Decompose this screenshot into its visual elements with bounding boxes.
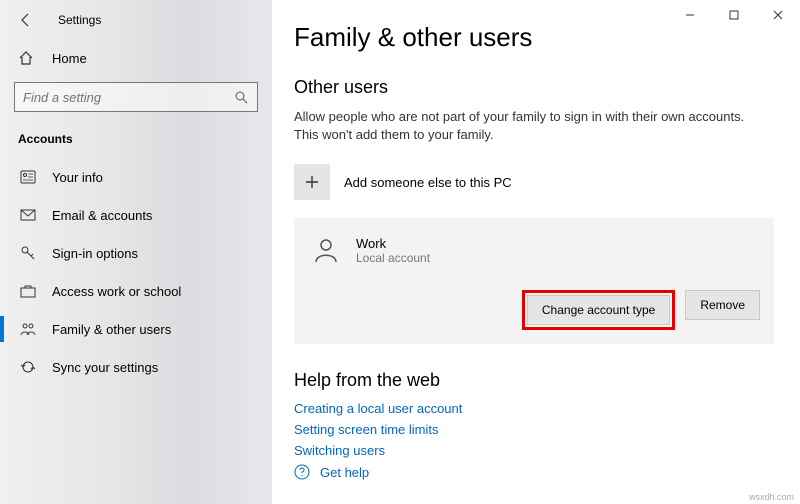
help-link[interactable]: Setting screen time limits <box>294 422 800 437</box>
mail-icon <box>18 209 38 221</box>
search-icon <box>233 90 249 104</box>
highlight-box: Change account type <box>522 290 675 330</box>
other-users-heading: Other users <box>294 77 800 98</box>
minimize-button[interactable] <box>668 0 712 30</box>
remove-user-button[interactable]: Remove <box>685 290 760 320</box>
plus-icon <box>294 164 330 200</box>
user-card[interactable]: Work Local account Change account type R… <box>294 218 774 344</box>
sync-icon <box>18 359 38 375</box>
nav-label: Access work or school <box>52 284 181 299</box>
home-button[interactable]: Home <box>0 40 272 76</box>
window-controls <box>668 0 800 30</box>
home-label: Home <box>52 51 87 66</box>
sidebar-item-signin-options[interactable]: Sign-in options <box>0 234 272 272</box>
get-help-label: Get help <box>320 465 369 480</box>
user-name: Work <box>356 236 430 251</box>
add-user-label: Add someone else to this PC <box>344 175 512 190</box>
nav-label: Sync your settings <box>52 360 158 375</box>
help-icon <box>294 464 312 480</box>
sidebar-item-email-accounts[interactable]: Email & accounts <box>0 196 272 234</box>
nav-label: Email & accounts <box>52 208 152 223</box>
other-users-description: Allow people who are not part of your fa… <box>294 108 754 144</box>
window-title: Settings <box>58 13 101 27</box>
back-button[interactable] <box>14 8 38 32</box>
get-help-row[interactable]: Get help <box>294 464 800 480</box>
change-account-type-button[interactable]: Change account type <box>527 295 670 325</box>
briefcase-icon <box>18 284 38 298</box>
sidebar-item-family-other-users[interactable]: Family & other users <box>0 310 272 348</box>
search-box[interactable] <box>14 82 258 112</box>
search-input[interactable] <box>23 90 233 105</box>
help-link[interactable]: Creating a local user account <box>294 401 800 416</box>
user-subtitle: Local account <box>356 251 430 265</box>
nav-label: Your info <box>52 170 103 185</box>
maximize-button[interactable] <box>712 0 756 30</box>
main-content: Family & other users Other users Allow p… <box>272 0 800 504</box>
avatar-icon <box>308 232 344 268</box>
nav-label: Sign-in options <box>52 246 138 261</box>
sidebar-item-access-work-school[interactable]: Access work or school <box>0 272 272 310</box>
section-title: Accounts <box>0 122 272 154</box>
sidebar: Settings Home Accounts Your info <box>0 0 272 504</box>
sidebar-item-your-info[interactable]: Your info <box>0 158 272 196</box>
close-button[interactable] <box>756 0 800 30</box>
watermark: wsxdh.com <box>749 492 794 502</box>
help-link[interactable]: Switching users <box>294 443 800 458</box>
help-heading: Help from the web <box>294 370 800 391</box>
titlebar: Settings <box>0 0 272 40</box>
nav: Your info Email & accounts Sign-in optio… <box>0 158 272 386</box>
person-card-icon <box>18 170 38 184</box>
people-icon <box>18 322 38 336</box>
nav-label: Family & other users <box>52 322 171 337</box>
key-icon <box>18 245 38 261</box>
home-icon <box>18 50 38 66</box>
sidebar-item-sync-settings[interactable]: Sync your settings <box>0 348 272 386</box>
help-section: Help from the web Creating a local user … <box>294 370 800 480</box>
user-header: Work Local account <box>308 232 760 268</box>
add-user-button[interactable]: Add someone else to this PC <box>294 160 800 204</box>
